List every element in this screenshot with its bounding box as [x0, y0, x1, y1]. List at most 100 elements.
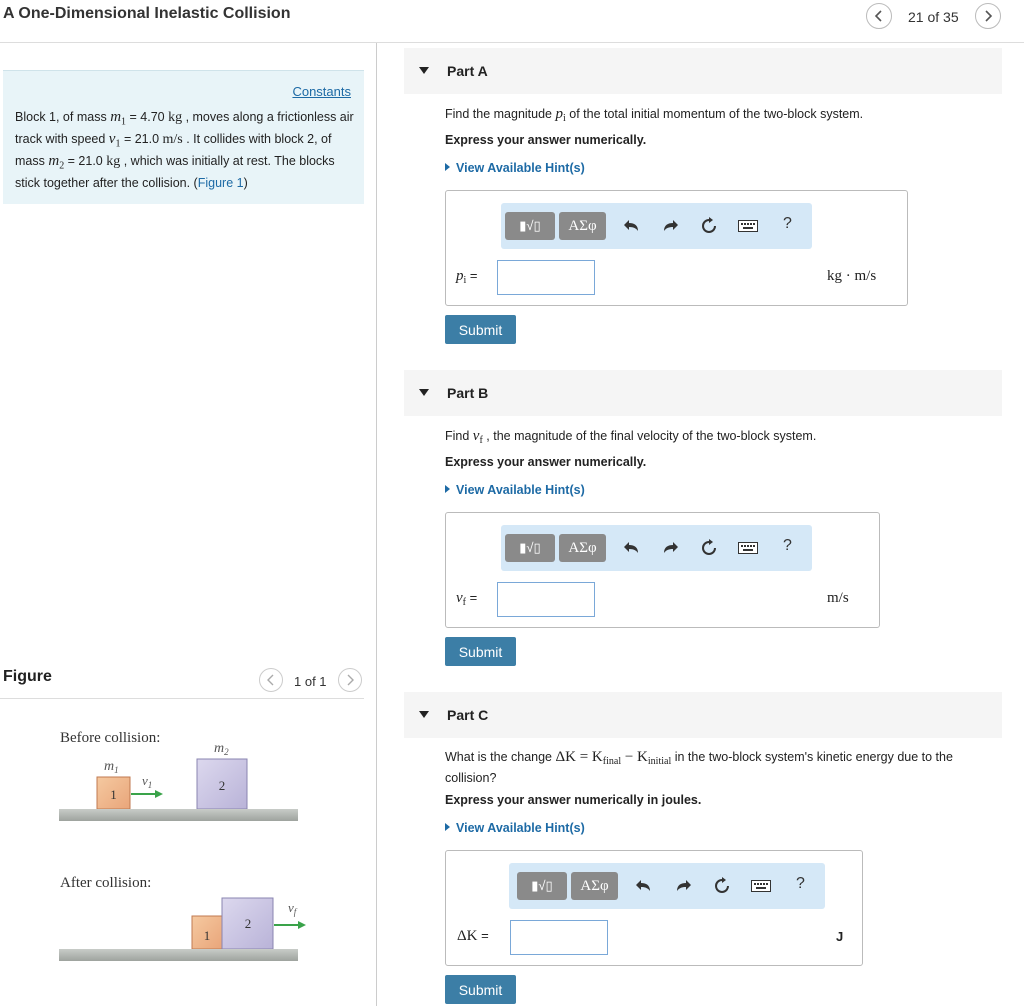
part-b-submit-button[interactable]: Submit [445, 637, 516, 666]
m1-unit: kg [168, 110, 183, 125]
part-b-answer-input[interactable] [497, 582, 595, 617]
undo-icon[interactable] [621, 537, 643, 559]
reset-icon[interactable] [698, 537, 720, 559]
figure-next-button[interactable] [338, 668, 362, 692]
part-b-header[interactable]: Part B [404, 370, 1002, 416]
part-c-variable-label: ΔK = [457, 928, 489, 944]
v1-value: = 21.0 [120, 132, 163, 146]
part-c-label: Part C [447, 707, 489, 723]
m1-value: = 4.70 [126, 110, 169, 124]
help-button[interactable]: ? [796, 875, 805, 893]
part-a-variable-label: pi = [456, 268, 478, 286]
reset-icon[interactable] [698, 215, 720, 237]
keyboard-icon[interactable] [737, 537, 759, 559]
part-a-header[interactable]: Part A [404, 48, 1002, 94]
part-a-answer-input[interactable] [497, 260, 595, 295]
chevron-left-icon [267, 674, 274, 686]
help-button[interactable]: ? [783, 215, 792, 233]
collapse-triangle-icon[interactable] [419, 711, 429, 718]
next-problem-button[interactable] [975, 3, 1001, 29]
problem-text: Block 1, of mass m1 = 4.70 kg , moves al… [15, 109, 355, 192]
part-c-math-toolbar: ▮√▯ ΑΣφ ? [509, 863, 825, 909]
part-b-unit: m/s [827, 590, 849, 606]
redo-icon[interactable] [672, 875, 694, 897]
greek-symbols-button[interactable]: ΑΣφ [571, 872, 618, 900]
constants-link[interactable]: Constants [292, 84, 351, 99]
part-c-submit-button[interactable]: Submit [445, 975, 516, 1004]
m2-value: = 21.0 [64, 154, 107, 168]
templates-button[interactable]: ▮√▯ [505, 534, 555, 562]
part-c-header[interactable]: Part C [404, 692, 1002, 738]
figure-previous-button[interactable] [259, 668, 283, 692]
reset-icon[interactable] [711, 875, 733, 897]
m2-unit: kg [106, 154, 121, 169]
statement-text-4: , which was initially at rest. The block… [15, 154, 335, 190]
keyboard-icon[interactable] [750, 875, 772, 897]
greek-symbols-button[interactable]: ΑΣφ [559, 534, 606, 562]
v1-arrowhead [155, 790, 163, 798]
figure-counter: 1 of 1 [294, 674, 327, 689]
caret-right-icon [445, 163, 450, 171]
chevron-left-icon [874, 10, 882, 22]
part-b-label: Part B [447, 385, 489, 401]
before-collision-label: Before collision: [60, 730, 160, 746]
caret-right-icon [445, 823, 450, 831]
problem-statement: Constants Block 1, of mass m1 = 4.70 kg … [3, 70, 364, 204]
figure-link[interactable]: Figure 1 [198, 176, 244, 190]
chevron-right-icon [985, 10, 993, 22]
block-2-after-label: 2 [245, 916, 252, 931]
m2-symbol: m [48, 153, 60, 169]
page-title: A One-Dimensional Inelastic Collision [3, 5, 291, 22]
part-a-question: Find the magnitude pi of the total initi… [445, 106, 864, 124]
block-2-before-label: 2 [219, 778, 226, 793]
block-1-after-label: 1 [204, 928, 211, 943]
part-b-variable-label: vf = [456, 590, 478, 608]
after-collision-label: After collision: [60, 875, 151, 891]
part-a-math-toolbar: ▮√▯ ΑΣφ ? [501, 203, 812, 249]
redo-icon[interactable] [659, 537, 681, 559]
column-divider [376, 43, 377, 1006]
templates-button[interactable]: ▮√▯ [517, 872, 567, 900]
collapse-triangle-icon[interactable] [419, 389, 429, 396]
air-track-after [59, 949, 298, 961]
figure-vf-label: vf [288, 900, 298, 917]
figure-v1-label: v1 [142, 773, 152, 790]
part-b-math-toolbar: ▮√▯ ΑΣφ ? [501, 525, 812, 571]
figure-label: Figure [3, 668, 52, 685]
previous-problem-button[interactable] [866, 3, 892, 29]
figure-m1-label: m1 [104, 759, 119, 775]
part-a-hint-link[interactable]: View Available Hint(s) [445, 161, 585, 175]
block-1-before-label: 1 [110, 787, 117, 802]
part-a-submit-button[interactable]: Submit [445, 315, 516, 344]
part-c-unit: J [836, 929, 844, 944]
vf-arrowhead [298, 921, 306, 929]
air-track-before [59, 809, 298, 821]
part-a-unit: kg · m/s [827, 268, 877, 284]
greek-symbols-button[interactable]: ΑΣφ [559, 212, 606, 240]
keyboard-icon[interactable] [737, 215, 759, 237]
part-b-question: Find vf , the magnitude of the final vel… [445, 428, 817, 446]
collapse-triangle-icon[interactable] [419, 67, 429, 74]
part-b-hint-link[interactable]: View Available Hint(s) [445, 483, 585, 497]
redo-icon[interactable] [659, 215, 681, 237]
statement-text-1: Block 1, of mass [15, 110, 111, 124]
chevron-right-icon [347, 674, 354, 686]
header-divider [0, 42, 1024, 43]
help-button[interactable]: ? [783, 537, 792, 555]
part-a-express: Express your answer numerically. [445, 133, 647, 147]
part-c-question: What is the change ΔK = Kfinal − Kinitia… [445, 749, 953, 785]
part-c-answer-input[interactable] [510, 920, 608, 955]
part-c-hint-link[interactable]: View Available Hint(s) [445, 821, 585, 835]
undo-icon[interactable] [621, 215, 643, 237]
collision-figure: Before collision: m1 m2 v1 1 2 After col… [59, 730, 306, 961]
figure-divider [0, 698, 364, 699]
part-c-express: Express your answer numerically in joule… [445, 793, 702, 807]
part-c-answer-box: ▮√▯ ΑΣφ ? ΔK = J [445, 850, 863, 966]
v1-unit: m/s [162, 132, 183, 147]
problem-counter: 21 of 35 [908, 9, 959, 25]
part-b-answer-box: ▮√▯ ΑΣφ ? vf = m/s [445, 512, 880, 628]
part-b-express: Express your answer numerically. [445, 455, 647, 469]
undo-icon[interactable] [633, 875, 655, 897]
figure-m2-label: m2 [214, 741, 229, 757]
templates-button[interactable]: ▮√▯ [505, 212, 555, 240]
